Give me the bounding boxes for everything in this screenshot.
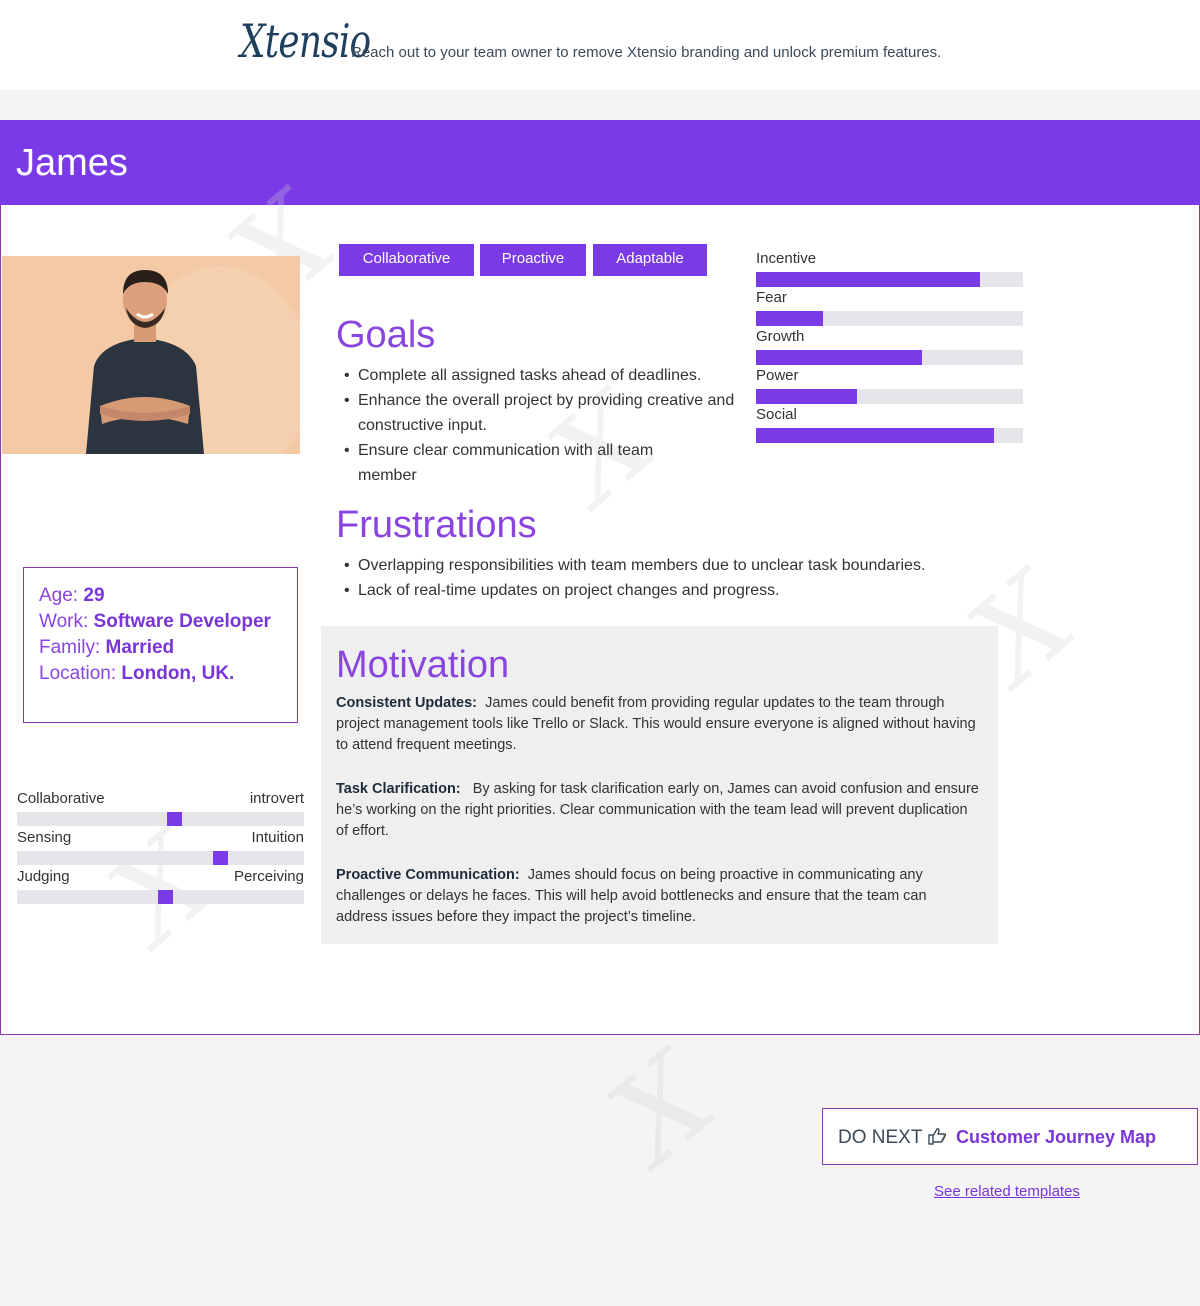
tag-collaborative[interactable]: Collaborative	[339, 244, 474, 276]
trait-slider[interactable]	[17, 851, 304, 865]
trait-right-label: introvert	[249, 790, 304, 807]
watermark: X	[585, 1028, 741, 1191]
list-item: Lack of real-time updates on project cha…	[336, 578, 1036, 603]
motivation-paragraph: Consistent Updates: James could benefit …	[336, 695, 976, 753]
goals-heading: Goals	[336, 314, 436, 356]
fact-family: Family: Married	[39, 637, 175, 658]
trait-slider[interactable]	[17, 812, 304, 826]
trait-right-label: Perceiving	[233, 868, 304, 885]
motivation-heading: Motivation	[336, 644, 510, 686]
driver-label: Social	[756, 406, 797, 423]
persona-header-band	[0, 120, 1200, 205]
driver-label: Fear	[756, 289, 787, 306]
fact-age: Age: 29	[39, 585, 105, 606]
driver-label: Growth	[756, 328, 805, 345]
trait-left-label: Judging	[17, 868, 70, 885]
list-item: Enhance the overall project by providing…	[336, 388, 746, 438]
fact-work: Work: Software Developer	[39, 611, 271, 632]
customer-journey-map-link[interactable]: Customer Journey Map	[956, 1127, 1156, 1148]
driver-bar-fill	[756, 389, 858, 404]
trait-slider-handle[interactable]	[158, 890, 173, 904]
motivation-paragraph: Task Clarification: By asking for task c…	[336, 781, 979, 839]
person-illustration	[2, 256, 300, 454]
driver-bar-fill	[756, 350, 922, 365]
pointing-hand-icon	[928, 1128, 947, 1145]
trait-slider[interactable]	[17, 890, 304, 904]
trait-left-label: Sensing	[17, 829, 72, 846]
driver-bar-fill	[756, 272, 981, 287]
persona-name[interactable]: James	[16, 142, 128, 185]
driver-bar-fill	[756, 428, 994, 443]
tag-adaptable[interactable]: Adaptable	[593, 244, 707, 276]
trait-slider-handle[interactable]	[213, 851, 228, 865]
do-next-box[interactable]: DO NEXT Customer Journey Map	[822, 1108, 1198, 1165]
list-item: Ensure clear communication with all team…	[336, 438, 746, 488]
fact-location: Location: London, UK.	[39, 663, 235, 684]
driver-bar	[756, 389, 1023, 404]
goals-list: Complete all assigned tasks ahead of dea…	[336, 363, 746, 488]
motivation-paragraph: Proactive Communication: James should fo…	[336, 867, 927, 925]
driver-bar	[756, 272, 1023, 287]
demographics-box: Age: 29 Work: Software Developer Family:…	[23, 567, 298, 723]
frustrations-heading: Frustrations	[336, 504, 537, 546]
trait-right-label: Intuition	[251, 829, 304, 846]
trait-left-label: Collaborative	[17, 790, 105, 807]
tag-proactive[interactable]: Proactive	[480, 244, 586, 276]
persona-photo[interactable]	[2, 256, 300, 454]
list-item: Complete all assigned tasks ahead of dea…	[336, 363, 746, 388]
branding-bar: Xtensio Reach out to your team owner to …	[0, 0, 1200, 90]
driver-label: Incentive	[756, 250, 817, 267]
driver-label: Power	[756, 367, 799, 384]
driver-bar	[756, 350, 1023, 365]
do-next-label: DO NEXT	[838, 1127, 923, 1148]
related-templates-link[interactable]: See related templates	[934, 1183, 1080, 1200]
frustrations-list: Overlapping responsibilities with team m…	[336, 553, 1036, 603]
promo-text: Reach out to your team owner to remove X…	[351, 44, 942, 61]
driver-bar	[756, 428, 1023, 443]
trait-slider-handle[interactable]	[167, 812, 182, 826]
list-item: Overlapping responsibilities with team m…	[336, 553, 1036, 578]
driver-bar-fill	[756, 311, 823, 326]
driver-bar	[756, 311, 1023, 326]
